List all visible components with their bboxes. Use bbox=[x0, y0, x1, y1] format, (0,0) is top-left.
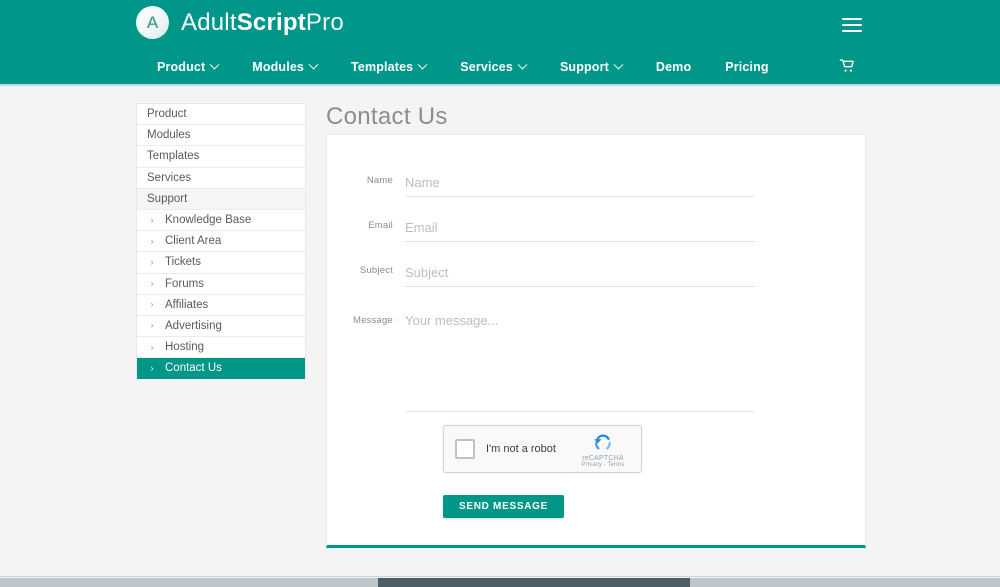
sidebar-item-label: Affiliates bbox=[165, 298, 209, 311]
hamburger-icon[interactable] bbox=[842, 18, 862, 32]
logo-word-adult: Adult bbox=[181, 8, 237, 36]
sidebar-item-label: Templates bbox=[147, 150, 200, 163]
chevron-right-icon: › bbox=[150, 362, 154, 373]
site-header: A AdultScriptPro Product Modules Templates… bbox=[0, 0, 1000, 84]
sidebar-item-label: Contact Us bbox=[165, 362, 222, 375]
sidebar-item-modules[interactable]: Modules bbox=[137, 125, 305, 147]
chevron-down-icon bbox=[517, 59, 528, 70]
nav-item-product[interactable]: Product bbox=[140, 50, 235, 84]
nav-item-support[interactable]: Support bbox=[543, 50, 639, 84]
header-underline bbox=[0, 84, 1000, 86]
logo-wordmark: AdultScriptPro bbox=[181, 9, 344, 37]
sidebar-item-label: Support bbox=[147, 192, 188, 205]
label-message: Message bbox=[353, 315, 393, 326]
recaptcha-widget[interactable]: I'm not a robot reCAPTCHA Privacy - Term… bbox=[443, 425, 642, 473]
subject-input[interactable] bbox=[405, 265, 755, 287]
sidebar-item-affiliates[interactable]: › Affiliates bbox=[137, 294, 305, 316]
horizontal-scrollbar[interactable] bbox=[0, 576, 1000, 587]
recaptcha-branding: reCAPTCHA Privacy - Terms bbox=[572, 430, 634, 468]
name-input[interactable] bbox=[405, 175, 755, 197]
chevron-right-icon: › bbox=[150, 235, 154, 246]
chevron-down-icon bbox=[308, 59, 319, 70]
nav-item-label: Templates bbox=[351, 60, 414, 74]
label-email: Email bbox=[368, 220, 393, 231]
sidebar-item-knowledge-base[interactable]: › Knowledge Base bbox=[137, 209, 305, 232]
scrollbar-track-left[interactable] bbox=[0, 578, 378, 587]
sidebar-item-contact-us[interactable]: › Contact Us bbox=[137, 358, 305, 380]
email-input[interactable] bbox=[405, 220, 755, 242]
nav-item-pricing[interactable]: Pricing bbox=[708, 50, 785, 84]
chevron-right-icon: › bbox=[150, 214, 154, 225]
logo-word-script: Script bbox=[236, 8, 306, 36]
chevron-right-icon: › bbox=[150, 299, 154, 310]
sidebar-item-forums[interactable]: › Forums bbox=[137, 273, 305, 295]
sidebar-item-label: Advertising bbox=[165, 319, 222, 332]
hamburger-bar bbox=[842, 30, 862, 32]
sidebar-item-tickets[interactable]: › Tickets bbox=[137, 252, 305, 274]
shopping-cart-icon[interactable] bbox=[839, 58, 855, 74]
sidebar-item-label: Forums bbox=[165, 277, 204, 290]
recaptcha-label: I'm not a robot bbox=[486, 443, 556, 455]
sidebar-item-client-area[interactable]: › Client Area bbox=[137, 231, 305, 253]
nav-item-label: Product bbox=[157, 60, 206, 74]
sidebar-item-label: Modules bbox=[147, 129, 191, 142]
nav-item-label: Demo bbox=[655, 60, 692, 74]
nav-item-label: Modules bbox=[252, 60, 305, 74]
sidebar-item-label: Product bbox=[147, 108, 187, 121]
chevron-right-icon: › bbox=[150, 256, 154, 267]
form-row-email: Email bbox=[327, 220, 755, 242]
label-subject: Subject bbox=[359, 265, 393, 276]
scrollbar-thumb[interactable] bbox=[378, 578, 690, 587]
page-title: Contact Us bbox=[326, 103, 448, 130]
form-row-name: Name bbox=[327, 175, 755, 197]
sidebar-item-label: Services bbox=[147, 171, 192, 184]
sidebar-item-label: Hosting bbox=[165, 341, 204, 354]
sidebar-item-product[interactable]: Product bbox=[137, 104, 305, 126]
recaptcha-links[interactable]: Privacy - Terms bbox=[572, 462, 634, 468]
sidebar-item-label: Knowledge Base bbox=[165, 214, 252, 227]
chevron-down-icon bbox=[209, 59, 220, 70]
scrollbar-track-right[interactable] bbox=[690, 578, 1000, 587]
nav-item-label: Pricing bbox=[725, 60, 769, 74]
nav-item-label: Services bbox=[460, 60, 513, 74]
chevron-right-icon: › bbox=[150, 278, 154, 289]
logo-badge-icon: A bbox=[136, 6, 169, 39]
sidebar-item-support[interactable]: Support bbox=[137, 188, 305, 210]
sidebar-item-label: Client Area bbox=[165, 235, 222, 248]
nav-item-templates[interactable]: Templates bbox=[334, 50, 443, 84]
sidebar-item-advertising[interactable]: › Advertising bbox=[137, 315, 305, 338]
main-navigation: Product Modules Templates Services Support De… bbox=[0, 50, 1000, 84]
hamburger-bar bbox=[842, 18, 862, 20]
chevron-down-icon bbox=[417, 59, 428, 70]
sidebar-item-services[interactable]: Services bbox=[137, 167, 305, 189]
logo-word-pro: Pro bbox=[305, 8, 344, 36]
form-row-subject: Subject bbox=[327, 265, 755, 287]
header-top-bar: A AdultScriptPro bbox=[0, 0, 1000, 50]
nav-item-services[interactable]: Services bbox=[443, 50, 543, 84]
sidebar-item-hosting[interactable]: › Hosting bbox=[137, 337, 305, 359]
nav-items-list: Product Modules Templates Services Support De… bbox=[140, 50, 786, 84]
nav-item-label: Support bbox=[559, 60, 609, 74]
hamburger-bar bbox=[842, 24, 862, 26]
recaptcha-brand-name: reCAPTCHA bbox=[582, 455, 624, 462]
recaptcha-logo-icon bbox=[594, 434, 611, 450]
send-message-button[interactable]: SEND MESSAGE bbox=[443, 495, 564, 518]
recaptcha-checkbox[interactable] bbox=[455, 439, 475, 459]
message-textarea[interactable] bbox=[405, 312, 755, 412]
contact-form-card: Name Email Subject Message bbox=[326, 134, 866, 548]
chevron-right-icon: › bbox=[150, 320, 154, 331]
nav-item-modules[interactable]: Modules bbox=[235, 50, 334, 84]
chevron-right-icon: › bbox=[150, 341, 154, 352]
secondary-sidebar: Product Modules Templates Services Support › K… bbox=[136, 103, 306, 380]
site-logo[interactable]: A AdultScriptPro bbox=[136, 6, 344, 39]
nav-item-demo[interactable]: Demo bbox=[639, 50, 708, 84]
label-name: Name bbox=[366, 175, 393, 186]
sidebar-item-templates[interactable]: Templates bbox=[137, 146, 305, 168]
chevron-down-icon bbox=[613, 59, 624, 70]
sidebar-item-label: Tickets bbox=[165, 256, 201, 269]
form-row-message: Message bbox=[327, 312, 755, 412]
